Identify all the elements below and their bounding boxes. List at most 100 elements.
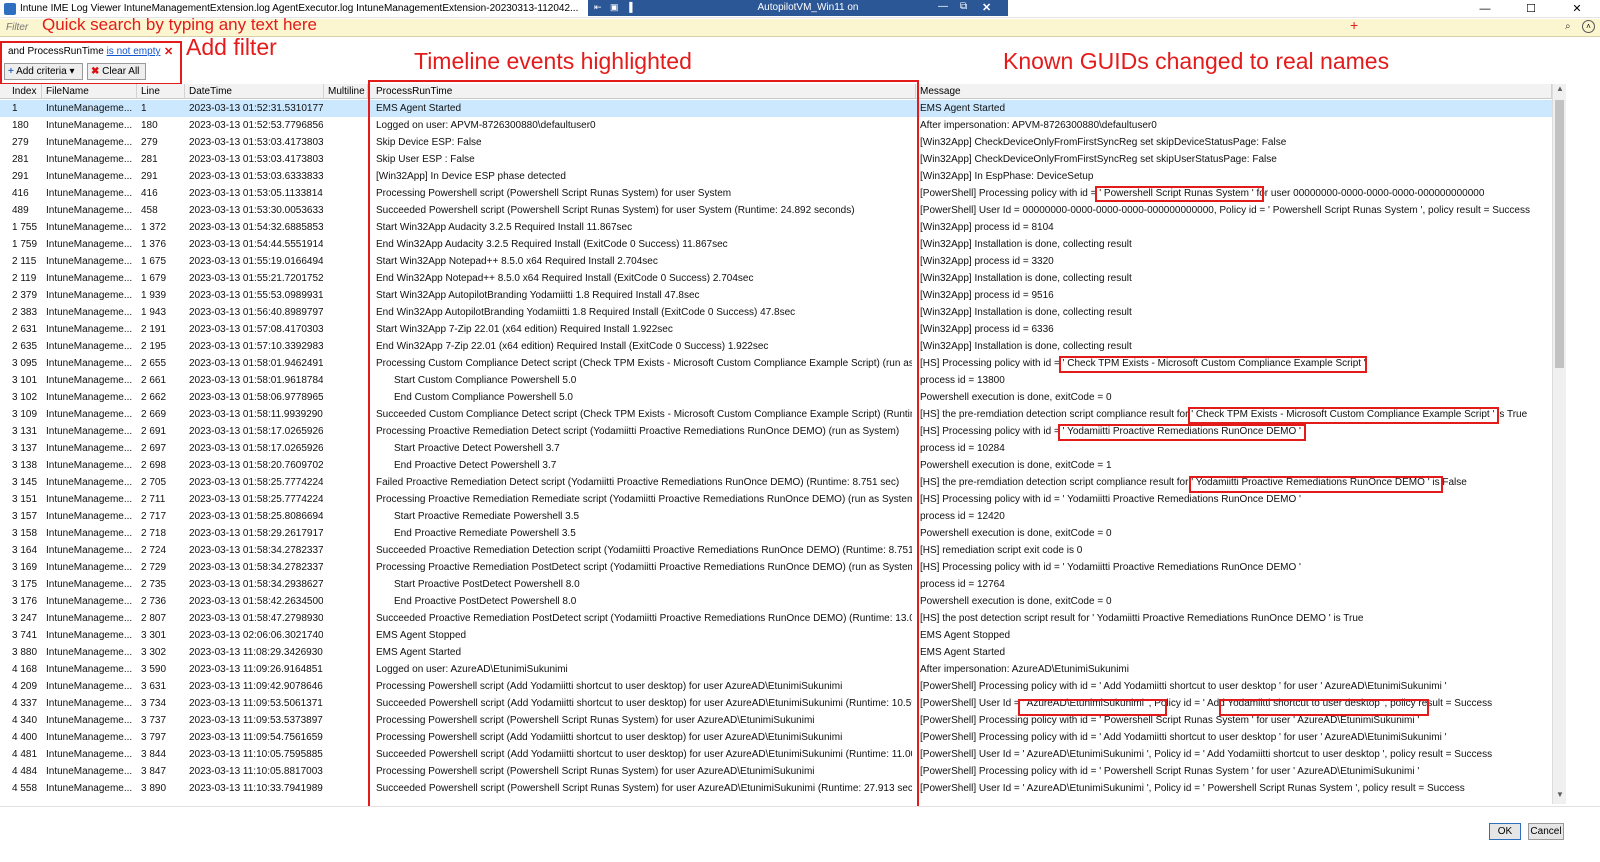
clear-all-button[interactable]: ✖ Clear All [87, 63, 146, 80]
table-row[interactable]: 3 137 IntuneManageme... 2 697 2023-03-13 01… [0, 440, 1552, 457]
table-row[interactable]: 180 IntuneManageme... 180 2023-03-13 01:52:… [0, 117, 1552, 134]
table-row[interactable]: 4 558 IntuneManageme... 3 890 2023-03-13 11… [0, 780, 1552, 797]
table-row[interactable]: 4 400 IntuneManageme... 3 797 2023-03-13 11… [0, 729, 1552, 746]
cell-index: 180 [12, 120, 29, 131]
column-header-index[interactable]: Index [8, 84, 42, 99]
cell-datetime: 2023-03-13 01:58:17.0265926 [189, 426, 323, 437]
table-row[interactable]: 3 176 IntuneManageme... 2 736 2023-03-13 01… [0, 593, 1552, 610]
cell-line: 3 844 [141, 749, 167, 760]
table-row[interactable]: 4 209 IntuneManageme... 3 631 2023-03-13 11… [0, 678, 1552, 695]
cell-line: 3 302 [141, 647, 167, 658]
column-header-message[interactable]: Message [916, 84, 1552, 99]
table-row[interactable]: 3 101 IntuneManageme... 2 661 2023-03-13 01… [0, 372, 1552, 389]
table-row[interactable]: 3 164 IntuneManageme... 2 724 2023-03-13 01… [0, 542, 1552, 559]
cell-message: [PowerShell] Processing policy with id =… [920, 715, 1420, 726]
remote-close-button[interactable]: ✕ [982, 1, 991, 14]
table-row[interactable]: 4 481 IntuneManageme... 3 844 2023-03-13 11… [0, 746, 1552, 763]
table-row[interactable]: 416 IntuneManageme... 416 2023-03-13 01:53:… [0, 185, 1552, 202]
cell-index: 3 109 [12, 409, 38, 420]
column-header-line[interactable]: Line [137, 84, 185, 99]
cell-processruntime: Succeeded Powershell script (Add Yodamii… [376, 698, 912, 709]
cell-datetime: 2023-03-13 01:53:03.6333833 [189, 171, 323, 182]
minimize-button[interactable]: — [1462, 0, 1508, 18]
table-row[interactable]: 3 095 IntuneManageme... 2 655 2023-03-13 01… [0, 355, 1552, 372]
cell-processruntime: Start Win32App Notepad++ 8.5.0 x64 Requi… [376, 256, 658, 267]
column-header-datetime[interactable]: DateTime [185, 84, 324, 99]
table-row[interactable]: 4 484 IntuneManageme... 3 847 2023-03-13 11… [0, 763, 1552, 780]
cell-filename: IntuneManageme... [46, 103, 133, 114]
table-row[interactable]: 1 IntuneManageme... 1 2023-03-13 01:52:31.5… [0, 100, 1552, 117]
criteria-condition-link[interactable]: is not empty [107, 46, 161, 57]
search-icon[interactable]: ⌕ [1565, 21, 1571, 32]
add-criteria-button[interactable]: + Add criteria ▾ [4, 63, 83, 80]
remote-restore-button[interactable]: ⧉ [960, 1, 967, 12]
table-row[interactable]: 4 168 IntuneManageme... 3 590 2023-03-13 11… [0, 661, 1552, 678]
table-row[interactable]: 2 635 IntuneManageme... 2 195 2023-03-13 01… [0, 338, 1552, 355]
remove-criteria-icon[interactable]: ✕ [164, 45, 173, 58]
pin-icon[interactable]: ⇤ [594, 2, 602, 13]
cell-message: [HS] the pre-remdiation detection script… [920, 477, 1467, 488]
column-header-multiline[interactable]: Multiline [324, 84, 368, 99]
close-button[interactable]: ✕ [1554, 0, 1600, 18]
scrollbar-thumb[interactable] [1555, 100, 1564, 368]
cell-index: 4 481 [12, 749, 38, 760]
log-grid[interactable]: Index FileName Line DateTime Multiline P… [0, 84, 1600, 804]
table-row[interactable]: 4 340 IntuneManageme... 3 737 2023-03-13 11… [0, 712, 1552, 729]
maximize-button[interactable]: ☐ [1508, 0, 1554, 18]
cell-line: 3 737 [141, 715, 167, 726]
table-row[interactable]: 291 IntuneManageme... 291 2023-03-13 01:53:… [0, 168, 1552, 185]
cell-filename: IntuneManageme... [46, 188, 133, 199]
cell-message: [Win32App] process id = 6336 [920, 324, 1054, 335]
table-row[interactable]: 1 759 IntuneManageme... 1 376 2023-03-13 01… [0, 236, 1552, 253]
cell-message: Powershell execution is done, exitCode =… [920, 528, 1112, 539]
column-header-processruntime[interactable]: ProcessRunTime [372, 84, 916, 99]
cancel-button[interactable]: Cancel [1528, 823, 1564, 840]
table-row[interactable]: 3 247 IntuneManageme... 2 807 2023-03-13 01… [0, 610, 1552, 627]
cell-message: [Win32App] Installation is done, collect… [920, 307, 1132, 318]
scroll-down-icon[interactable]: ▼ [1553, 790, 1567, 804]
table-row[interactable]: 1 755 IntuneManageme... 1 372 2023-03-13 01… [0, 219, 1552, 236]
table-row[interactable]: 3 145 IntuneManageme... 2 705 2023-03-13 01… [0, 474, 1552, 491]
ok-button[interactable]: OK [1489, 823, 1521, 840]
table-row[interactable]: 3 175 IntuneManageme... 2 735 2023-03-13 01… [0, 576, 1552, 593]
table-row[interactable]: 489 IntuneManageme... 458 2023-03-13 01:53:… [0, 202, 1552, 219]
table-row[interactable]: 3 151 IntuneManageme... 2 711 2023-03-13 01… [0, 491, 1552, 508]
lock-icon[interactable]: ▣ [610, 2, 619, 13]
vertical-scrollbar[interactable]: ▲ ▼ [1552, 84, 1566, 804]
cell-multiline [324, 593, 368, 610]
table-row[interactable]: 4 337 IntuneManageme... 3 734 2023-03-13 11… [0, 695, 1552, 712]
cell-datetime: 2023-03-13 11:08:29.3426930 [189, 647, 323, 658]
table-row[interactable]: 279 IntuneManageme... 279 2023-03-13 01:53:… [0, 134, 1552, 151]
table-row[interactable]: 2 631 IntuneManageme... 2 191 2023-03-13 01… [0, 321, 1552, 338]
cell-processruntime: Processing Powershell script (Powershell… [376, 188, 732, 199]
table-row[interactable]: 2 119 IntuneManageme... 1 679 2023-03-13 01… [0, 270, 1552, 287]
table-row[interactable]: 3 138 IntuneManageme... 2 698 2023-03-13 01… [0, 457, 1552, 474]
table-row[interactable]: 3 102 IntuneManageme... 2 662 2023-03-13 01… [0, 389, 1552, 406]
table-row[interactable]: 3 741 IntuneManageme... 3 301 2023-03-13 02… [0, 627, 1552, 644]
cell-index: 2 631 [12, 324, 38, 335]
cell-filename: IntuneManageme... [46, 732, 133, 743]
table-row[interactable]: 2 115 IntuneManageme... 1 675 2023-03-13 01… [0, 253, 1552, 270]
cell-index: 3 102 [12, 392, 38, 403]
cell-datetime: 2023-03-13 01:58:34.2938627 [189, 579, 323, 590]
table-row[interactable]: 3 109 IntuneManageme... 2 669 2023-03-13 01… [0, 406, 1552, 423]
cell-index: 4 484 [12, 766, 38, 777]
scroll-up-icon[interactable]: ▲ [1553, 84, 1567, 98]
cell-line: 1 679 [141, 273, 167, 284]
table-row[interactable]: 2 383 IntuneManageme... 1 943 2023-03-13 01… [0, 304, 1552, 321]
cell-filename: IntuneManageme... [46, 358, 133, 369]
table-row[interactable]: 3 157 IntuneManageme... 2 717 2023-03-13 01… [0, 508, 1552, 525]
table-row[interactable]: 3 880 IntuneManageme... 3 302 2023-03-13 11… [0, 644, 1552, 661]
column-header-filename[interactable]: FileName [42, 84, 137, 99]
remote-minimize-button[interactable]: — [938, 1, 948, 12]
cell-multiline [324, 627, 368, 644]
table-row[interactable]: 2 379 IntuneManageme... 1 939 2023-03-13 01… [0, 287, 1552, 304]
table-row[interactable]: 3 158 IntuneManageme... 2 718 2023-03-13 01… [0, 525, 1552, 542]
cell-multiline [324, 729, 368, 746]
cell-message: [HS] the pre-remdiation detection script… [920, 409, 1528, 420]
table-row[interactable]: 3 131 IntuneManageme... 2 691 2023-03-13 01… [0, 423, 1552, 440]
table-row[interactable]: 3 169 IntuneManageme... 2 729 2023-03-13 01… [0, 559, 1552, 576]
table-row[interactable]: 281 IntuneManageme... 281 2023-03-13 01:53:… [0, 151, 1552, 168]
remote-connection-bar[interactable]: ⇤ ▣ ▐ AutopilotVM_Win11 on — ⧉ ✕ [588, 0, 1008, 16]
chevron-up-circle-icon[interactable]: ˄ [1582, 20, 1595, 33]
